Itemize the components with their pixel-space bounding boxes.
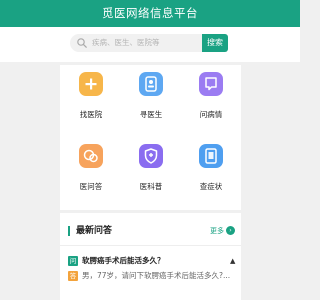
search-button[interactable]: 搜索 <box>202 34 228 52</box>
grid-item-label: 医科普 <box>139 182 163 191</box>
section-title: 最新问答 <box>76 226 113 236</box>
grid-item-medical-qa[interactable]: 医问答 <box>60 137 120 209</box>
answer-badge: 答 <box>68 271 78 281</box>
grid-item-ask-condition[interactable]: 问病情 <box>180 65 240 137</box>
answer-text: 男，77岁，请问下软腭癌手术后能活多久?... <box>82 271 231 280</box>
question-badge: 问 <box>68 256 78 266</box>
search-bar: 疾病、医生、医院等 搜索 <box>0 27 300 62</box>
grid-item-label: 寻医生 <box>139 110 163 119</box>
shield-icon <box>139 144 163 168</box>
page-title: 觅医网络信息平台 <box>102 6 198 20</box>
service-grid: 找医院 寻医生 问病情 医问答 医科普 查症状 <box>60 65 241 210</box>
caret-up-icon[interactable]: ▲ <box>230 257 235 265</box>
section-accent-bar <box>68 226 70 236</box>
divider <box>60 245 241 246</box>
question-text: 软腭癌手术后能活多久？ <box>82 256 165 265</box>
document-icon <box>199 144 223 168</box>
more-link[interactable]: 更多 <box>210 226 224 236</box>
search-input[interactable]: 疾病、医生、医院等 <box>70 34 203 52</box>
qa-question-row[interactable]: 问 软腭癌手术后能活多久？ ▲ <box>68 255 238 267</box>
grid-item-medical-science[interactable]: 医科普 <box>120 137 180 209</box>
grid-item-find-hospital[interactable]: 找医院 <box>60 65 120 137</box>
grid-item-label: 查症状 <box>199 182 223 191</box>
chat-icon <box>199 72 223 96</box>
chevron-right-icon[interactable]: › <box>226 226 235 235</box>
grid-item-label: 问病情 <box>199 110 223 119</box>
qa-answer-row[interactable]: 答 男，77岁，请问下软腭癌手术后能活多久?... <box>68 270 238 282</box>
search-icon <box>77 38 87 48</box>
grid-item-label: 找医院 <box>79 110 103 119</box>
search-placeholder: 疾病、医生、医院等 <box>92 38 160 47</box>
grid-item-check-symptoms[interactable]: 查症状 <box>180 137 240 209</box>
app-header: 觅医网络信息平台 <box>0 0 300 27</box>
grid-item-find-doctor[interactable]: 寻医生 <box>120 65 180 137</box>
grid-item-label: 医问答 <box>79 182 103 191</box>
qa-icon <box>79 144 103 168</box>
plus-icon <box>79 72 103 96</box>
latest-qa-section: 最新问答 更多 › 问 软腭癌手术后能活多久？ ▲ 答 男，77岁，请问下软腭癌… <box>60 213 241 300</box>
doctor-icon <box>139 72 163 96</box>
